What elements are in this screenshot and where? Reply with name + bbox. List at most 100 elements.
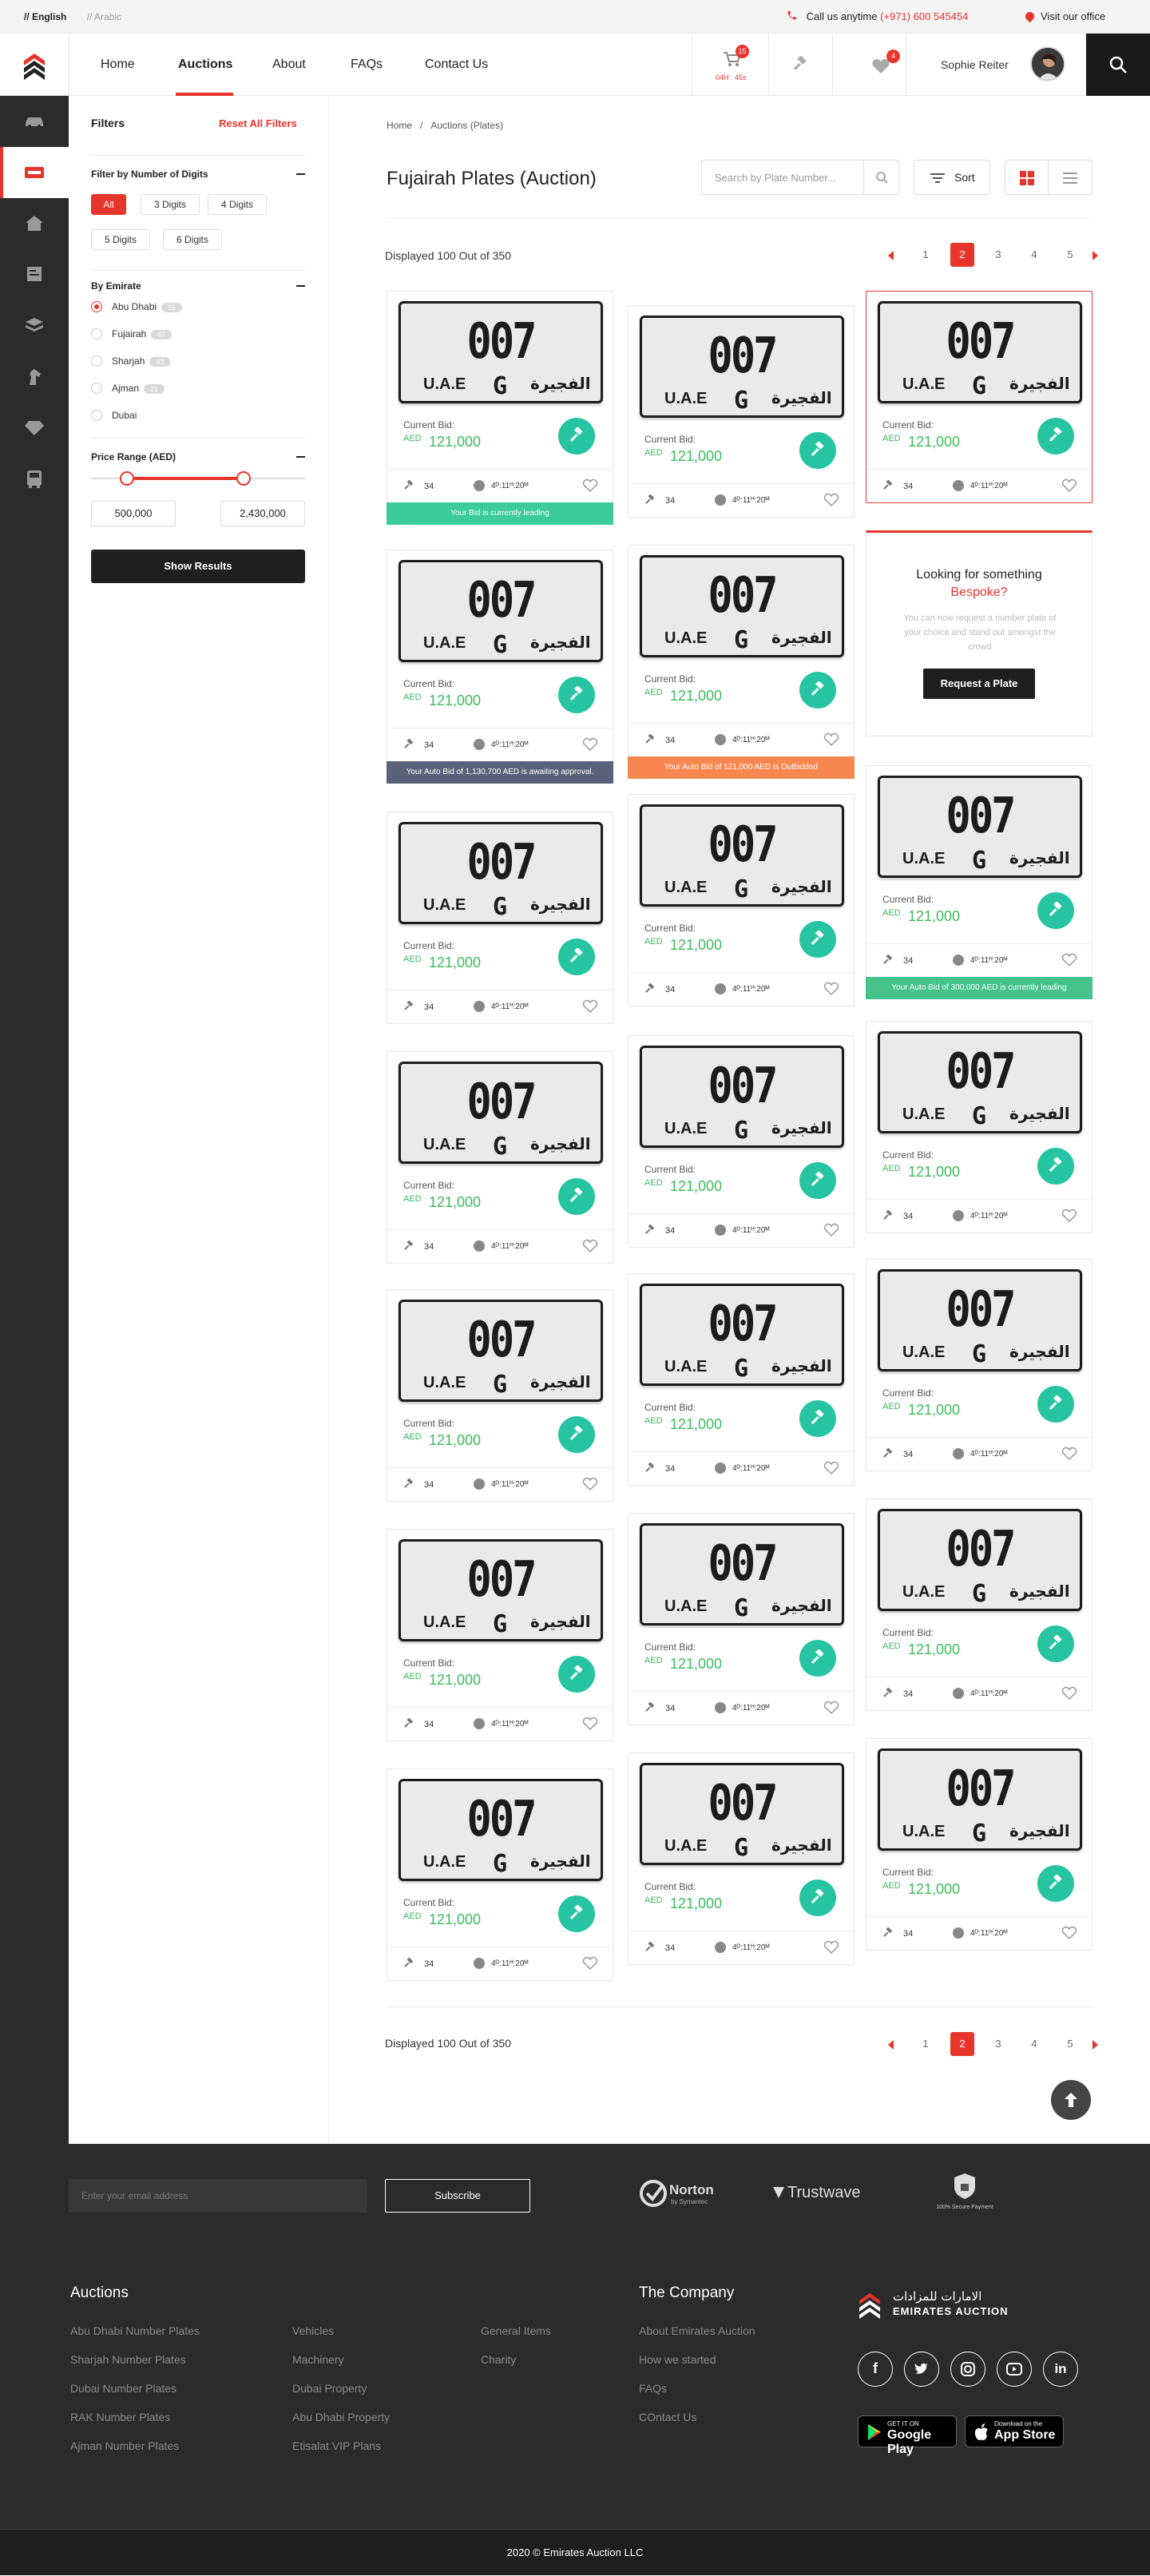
heart-icon[interactable] [1061, 478, 1077, 493]
plate-card[interactable]: 007 U.A.E G الفجيرة Current Bid: AED 121,000 34… [628, 545, 855, 779]
collapse-icon[interactable] [296, 285, 305, 287]
place-bid-button[interactable] [799, 921, 836, 958]
page-link-current[interactable]: 2 [950, 2032, 974, 2056]
plate-card[interactable]: 007 U.A.E G الفجيرة Current Bid: AED 121,000 34… [387, 1768, 613, 1981]
footer-link[interactable]: Dubai Property [292, 2382, 367, 2395]
footer-link[interactable]: Machinery [292, 2353, 344, 2366]
nav-faqs[interactable]: FAQs [351, 58, 383, 72]
price-slider-min-handle[interactable] [120, 471, 134, 486]
bids-section[interactable] [768, 34, 832, 96]
page-link[interactable]: 4 [1022, 2032, 1046, 2056]
place-bid-button[interactable] [799, 1162, 836, 1199]
sidebar-item-horses[interactable] [0, 351, 69, 403]
sidebar-item-jewellery[interactable] [0, 403, 69, 454]
page-link[interactable]: 5 [1058, 243, 1082, 267]
sidebar-item-general[interactable] [0, 300, 69, 351]
twitter-link[interactable] [904, 2352, 939, 2387]
sort-button[interactable]: Sort [914, 160, 990, 195]
nav-auctions[interactable]: Auctions [178, 58, 232, 72]
plate-search-input[interactable]: Search by Plate Number... [701, 160, 899, 195]
emirate-option[interactable]: Dubai [91, 410, 137, 421]
page-link[interactable]: 3 [986, 2032, 1010, 2056]
footer-link[interactable]: Sharjah Number Plates [70, 2353, 186, 2366]
footer-link[interactable]: How we started [639, 2353, 716, 2366]
place-bid-button[interactable] [799, 1879, 836, 1916]
place-bid-button[interactable] [1037, 418, 1074, 454]
heart-icon[interactable] [582, 1956, 598, 1971]
place-bid-button[interactable] [558, 939, 595, 975]
heart-icon[interactable] [823, 493, 839, 507]
plate-card[interactable]: 007 U.A.E G الفجيرة Current Bid: AED 121,000 34… [866, 1021, 1092, 1233]
heart-icon[interactable] [582, 737, 598, 752]
digits-chip-6[interactable]: 6 Digits [163, 229, 222, 250]
heart-icon[interactable] [823, 1461, 839, 1475]
plate-card[interactable]: 007 U.A.E G الفجيرة Current Bid: AED 121,000 34… [387, 1529, 613, 1741]
footer-link[interactable]: General Items [481, 2324, 551, 2337]
breadcrumb-home[interactable]: Home [387, 120, 412, 131]
place-bid-button[interactable] [799, 672, 836, 708]
footer-link[interactable]: FAQs [639, 2382, 667, 2395]
prev-page-arrow[interactable] [888, 2040, 894, 2050]
footer-link[interactable]: Abu Dhabi Number Plates [70, 2324, 200, 2337]
linkedin-link[interactable]: in [1043, 2352, 1078, 2387]
digits-chip-all[interactable]: All [91, 194, 126, 215]
nav-contact[interactable]: Contact Us [425, 58, 488, 72]
footer-link[interactable]: COntact Us [639, 2411, 696, 2423]
place-bid-button[interactable] [1037, 1865, 1074, 1902]
plate-card[interactable]: 007 U.A.E G الفجيرة Current Bid: AED 121,000 34… [387, 1051, 613, 1264]
place-bid-button[interactable] [1037, 1625, 1074, 1662]
place-bid-button[interactable] [1037, 892, 1074, 929]
digits-chip-3[interactable]: 3 Digits [141, 194, 200, 215]
nav-about[interactable]: About [272, 58, 306, 72]
heart-icon[interactable] [1061, 1447, 1077, 1461]
app-store-button[interactable]: Download on the App Store [965, 2415, 1064, 2447]
place-bid-button[interactable] [558, 1178, 595, 1215]
plate-card[interactable]: 007 U.A.E G الفجيرة Current Bid: AED 121,000 34… [387, 812, 613, 1024]
emirate-option[interactable]: Ajman 21 [91, 383, 165, 394]
heart-icon[interactable] [1061, 1926, 1077, 1940]
cart-section[interactable]: 15 [692, 34, 768, 96]
heart-icon[interactable] [823, 732, 839, 747]
place-bid-button[interactable] [1037, 1386, 1074, 1423]
subscribe-button[interactable]: Subscribe [385, 2179, 530, 2213]
youtube-link[interactable] [997, 2352, 1032, 2387]
plate-card[interactable]: 007 U.A.E G الفجيرة Current Bid: AED 121,000 34… [628, 305, 855, 518]
next-page-arrow[interactable] [1092, 2040, 1098, 2050]
plate-card[interactable]: 007 U.A.E G الفجيرة Current Bid: AED 121,000 34… [387, 550, 613, 784]
plate-card[interactable]: 007 U.A.E G الفجيرة Current Bid: AED 121,000 34… [866, 1498, 1092, 1711]
footer-link[interactable]: RAK Number Plates [70, 2411, 170, 2423]
plate-card[interactable]: 007 U.A.E G الفجيرة Current Bid: AED 121,000 34… [866, 765, 1092, 999]
heart-icon[interactable] [582, 1717, 598, 1731]
place-bid-button[interactable] [558, 1656, 595, 1693]
header-search-button[interactable] [1086, 34, 1150, 96]
facebook-link[interactable]: f [858, 2352, 893, 2387]
plate-card[interactable]: 007 U.A.E G الفجيرة Current Bid: AED 121,000 34… [628, 1035, 855, 1248]
plate-card[interactable]: 007 U.A.E G الفجيرة Current Bid: AED 121,000 34… [866, 1259, 1092, 1471]
plate-card[interactable]: 007 U.A.E G الفجيرة Current Bid: AED 121,000 34… [628, 1513, 855, 1725]
heart-icon[interactable] [823, 1940, 839, 1955]
heart-icon[interactable] [582, 999, 598, 1014]
footer-link[interactable]: Dubai Number Plates [70, 2382, 176, 2395]
price-max-input[interactable]: 2,430,000 [220, 501, 305, 526]
page-link[interactable]: 3 [986, 243, 1010, 267]
google-play-button[interactable]: GET IT ON Google Play [858, 2415, 957, 2456]
place-bid-button[interactable] [799, 1640, 836, 1677]
place-bid-button[interactable] [799, 1400, 836, 1437]
list-view-button[interactable] [1049, 161, 1092, 194]
heart-icon[interactable] [1061, 1209, 1077, 1223]
heart-icon[interactable] [823, 982, 839, 996]
scroll-to-top-button[interactable] [1051, 2080, 1091, 2120]
heart-icon[interactable] [582, 1477, 598, 1491]
sidebar-item-cars[interactable] [0, 96, 69, 147]
place-bid-button[interactable] [558, 677, 595, 713]
heart-icon[interactable] [1061, 1686, 1077, 1701]
plate-card[interactable]: 007 U.A.E G الفجيرة Current Bid: AED 121,000 34… [387, 1289, 613, 1502]
footer-link[interactable]: Vehicles [292, 2324, 334, 2337]
lang-english[interactable]: // English [24, 11, 66, 22]
emirate-option[interactable]: Abu Dhabi 55 [91, 301, 183, 312]
sidebar-item-property[interactable] [0, 198, 69, 249]
instagram-link[interactable] [950, 2352, 985, 2387]
call-number[interactable]: (+971) 600 545454 [880, 10, 968, 22]
page-link-current[interactable]: 2 [950, 243, 974, 267]
plate-card[interactable]: 007 U.A.E G الفجيرة Current Bid: AED 121,000 34… [866, 1738, 1092, 1951]
